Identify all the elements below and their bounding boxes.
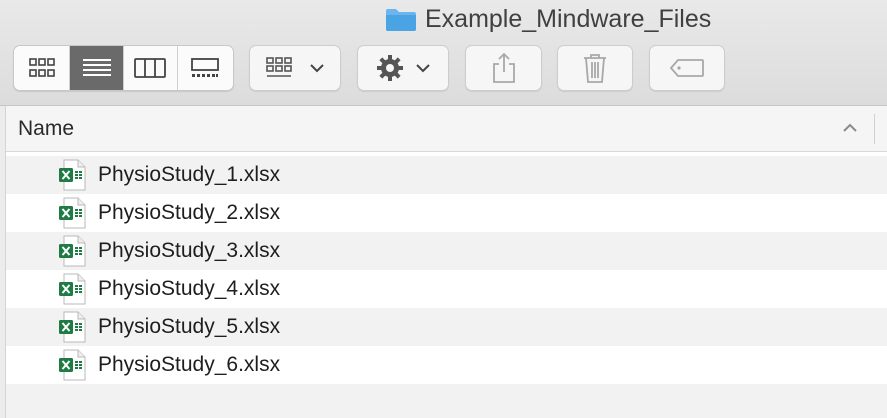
file-name: PhysioStudy_1.xlsx (98, 163, 281, 186)
file-name: PhysioStudy_2.xlsx (98, 201, 281, 224)
tag-icon (669, 59, 704, 77)
file-row[interactable]: PhysioStudy_6.xlsx (6, 346, 887, 384)
share-icon (492, 52, 515, 83)
file-name: PhysioStudy_5.xlsx (98, 315, 281, 338)
group-icon (266, 57, 292, 77)
gallery-icon (191, 58, 220, 77)
column-header-name[interactable]: Name (18, 106, 74, 152)
file-rows: PhysioStudy_1.xlsx PhysioStudy_2.xlsx Ph… (6, 156, 887, 384)
window-title: Example_Mindware_Files (385, 4, 711, 34)
file-row[interactable]: PhysioStudy_1.xlsx (6, 156, 887, 194)
icon-view-button[interactable] (14, 46, 71, 90)
file-row[interactable]: PhysioStudy_4.xlsx (6, 270, 887, 308)
action-menu-button[interactable] (357, 45, 449, 91)
file-list: Name PhysioStudy_1.xlsx PhysioStudy_2.xl… (5, 106, 887, 418)
trash-icon (584, 54, 606, 83)
excel-file-icon (58, 273, 86, 305)
excel-file-icon (58, 159, 86, 191)
grid-icon (28, 58, 55, 77)
list-icon (82, 59, 111, 76)
excel-file-icon (58, 349, 86, 381)
file-name: PhysioStudy_4.xlsx (98, 277, 281, 300)
share-button[interactable] (465, 45, 542, 91)
file-name: PhysioStudy_3.xlsx (98, 239, 281, 262)
excel-file-icon (58, 311, 86, 343)
excel-file-icon (58, 197, 86, 229)
window-title-text: Example_Mindware_Files (425, 4, 712, 33)
file-row[interactable]: PhysioStudy_5.xlsx (6, 308, 887, 346)
list-header: Name (6, 106, 887, 152)
chevron-down-icon (416, 64, 430, 73)
chevron-up-icon[interactable] (842, 120, 858, 136)
delete-button[interactable] (557, 45, 633, 91)
chevron-down-icon (310, 64, 324, 73)
folder-icon (385, 6, 417, 32)
gear-icon (377, 55, 403, 81)
list-view-button[interactable] (70, 46, 124, 90)
view-mode-control (13, 45, 234, 91)
group-by-button[interactable] (249, 45, 341, 91)
gallery-view-button[interactable] (178, 46, 233, 90)
tag-button[interactable] (649, 45, 725, 91)
empty-row (6, 384, 887, 418)
toolbar-area: Example_Mindware_Files (0, 0, 887, 106)
column-divider[interactable] (874, 114, 875, 144)
file-name: PhysioStudy_6.xlsx (98, 353, 281, 376)
excel-file-icon (58, 235, 86, 267)
file-row[interactable]: PhysioStudy_3.xlsx (6, 232, 887, 270)
file-row[interactable]: PhysioStudy_2.xlsx (6, 194, 887, 232)
column-view-button[interactable] (124, 46, 178, 90)
columns-icon (134, 58, 167, 78)
finder-window: Example_Mindware_Files Name PhysioStudy_… (0, 0, 887, 418)
